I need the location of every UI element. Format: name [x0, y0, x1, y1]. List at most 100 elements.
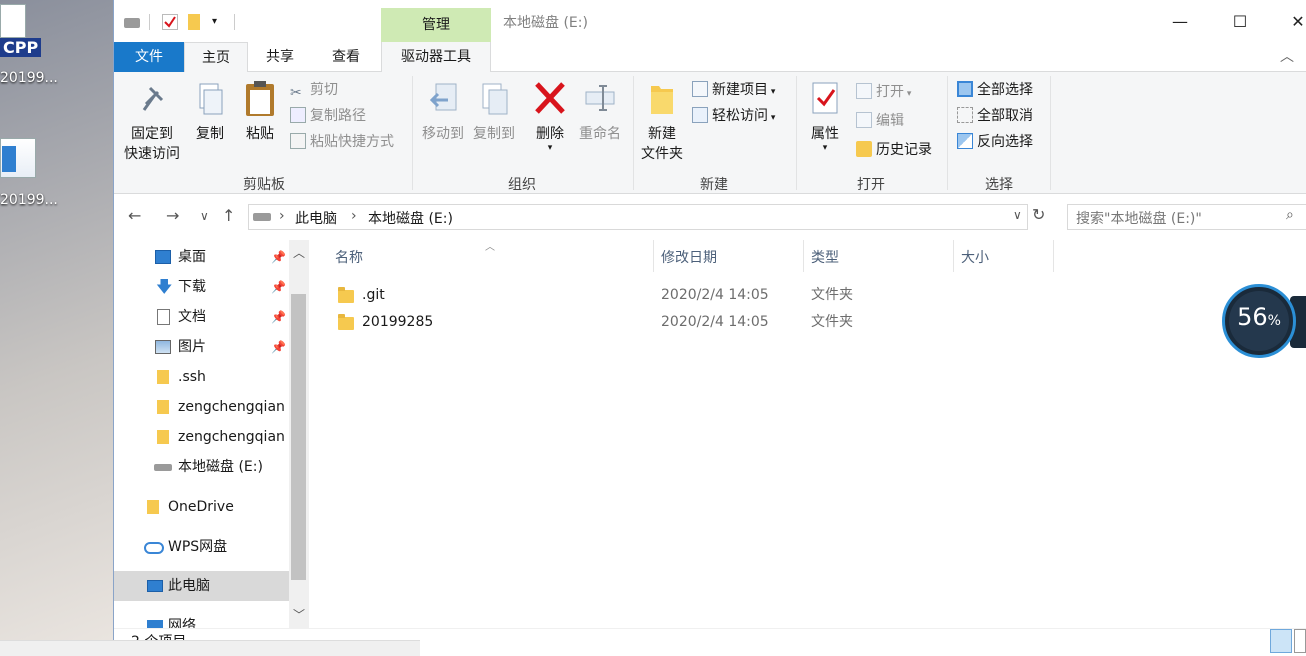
copy-button[interactable]: 复制 — [188, 82, 232, 144]
file-row[interactable]: .git 2020/2/4 14:05 文件夹 — [330, 282, 1030, 308]
nav-item-this-pc[interactable]: 此电脑 — [114, 571, 289, 601]
pin-icon: 📌 — [271, 340, 286, 354]
nav-item-folder[interactable]: zengchengqian — [114, 392, 289, 422]
details-view-icon[interactable] — [1270, 629, 1292, 653]
minimize-button[interactable]: — — [1157, 6, 1203, 38]
select-all-button[interactable]: 全部选择 — [957, 78, 1033, 102]
paste-button[interactable]: 粘贴 — [238, 80, 282, 144]
column-header-type[interactable]: 类型 — [803, 244, 953, 272]
rename-label: 重命名 — [579, 126, 621, 142]
breadcrumb-local-disk[interactable]: 本地磁盘 (E:) — [368, 208, 453, 228]
easy-access-chevron-icon: ▾ — [768, 113, 776, 123]
pin-label-line2: 快速访问 — [124, 146, 180, 162]
file-row[interactable]: 20199285 2020/2/4 14:05 文件夹 — [330, 309, 1030, 335]
tab-manage[interactable]: 管理 — [381, 8, 491, 42]
customize-qat-chevron-icon[interactable]: ▾ — [212, 14, 228, 30]
pin-to-quick-access-button[interactable]: 固定到 快速访问 — [120, 82, 184, 164]
address-bar[interactable]: › 此电脑 › 本地磁盘 (E:) ∨ — [248, 204, 1028, 230]
new-folder-label-line2: 文件夹 — [641, 146, 683, 162]
column-divider[interactable] — [1053, 240, 1054, 272]
address-history-chevron-icon[interactable]: ∨ — [1013, 208, 1022, 222]
forward-arrow-icon[interactable]: → — [166, 206, 179, 225]
back-arrow-icon[interactable]: ← — [128, 206, 141, 225]
ribbon-tab-strip: 文件 主页 共享 查看 驱动器工具 ︿ — [114, 42, 1306, 73]
tab-home[interactable]: 主页 — [184, 42, 248, 73]
scrollbar-thumb[interactable] — [291, 294, 306, 580]
copy-to-label: 复制到 — [473, 126, 515, 142]
properties-dropdown-chevron-icon[interactable]: ▾ — [802, 144, 848, 153]
maximize-button[interactable]: ☐ — [1217, 6, 1263, 38]
up-arrow-icon[interactable]: ↑ — [222, 206, 235, 225]
nav-item-label: .ssh — [178, 369, 206, 385]
column-header-size[interactable]: 大小 — [953, 244, 1053, 272]
paste-label: 粘贴 — [246, 126, 274, 142]
refresh-icon[interactable]: ↻ — [1032, 205, 1045, 224]
nav-item-desktop[interactable]: 桌面 📌 — [114, 242, 289, 272]
select-all-icon — [957, 81, 973, 97]
tab-view[interactable]: 查看 — [312, 42, 380, 72]
nav-pane-scrollbar[interactable]: ︿ ﹀ — [289, 240, 309, 628]
tab-drive-tools[interactable]: 驱动器工具 — [381, 42, 491, 72]
pin-icon: 📌 — [271, 280, 286, 294]
clipboard-icon — [246, 81, 274, 116]
new-item-chevron-icon: ▾ — [768, 87, 776, 97]
desktop-shortcut-thumbnail[interactable] — [0, 4, 26, 38]
pin-icon — [142, 86, 164, 111]
large-icons-view-icon[interactable] — [1294, 629, 1306, 653]
new-folder-button[interactable]: 新建 文件夹 — [636, 80, 688, 164]
folder-icon — [157, 430, 169, 444]
delete-button[interactable]: 删除 ▾ — [528, 80, 572, 153]
recent-locations-chevron-icon[interactable]: ∨ — [200, 209, 209, 223]
search-icon[interactable]: ⌕ — [1286, 207, 1294, 223]
properties-icon — [812, 82, 838, 114]
memory-usage-gauge[interactable]: 56% — [1222, 284, 1296, 358]
nav-item-documents[interactable]: 文档 📌 — [114, 302, 289, 332]
select-none-button[interactable]: 全部取消 — [957, 104, 1033, 128]
copy-path-button[interactable]: 复制路径 — [290, 104, 366, 128]
copy-to-button[interactable]: 复制到 — [469, 80, 519, 144]
tab-share[interactable]: 共享 — [248, 42, 312, 72]
scissors-icon: ✂ — [290, 85, 302, 101]
invert-selection-button[interactable]: 反向选择 — [957, 130, 1033, 154]
nav-item-local-disk[interactable]: 本地磁盘 (E:) — [114, 452, 289, 482]
network-icon — [147, 620, 163, 628]
column-header-name[interactable]: 名称 — [327, 244, 653, 272]
open-button[interactable]: 打开 ▾ — [856, 80, 911, 104]
desktop-icon-label[interactable]: 20199... — [0, 192, 58, 208]
cut-button[interactable]: ✂ 剪切 — [290, 78, 338, 102]
history-button[interactable]: 历史记录 — [856, 138, 932, 162]
pictures-icon — [155, 340, 171, 354]
title-bar: ▾ 管理 本地磁盘 (E:) — ☐ ✕ — [114, 0, 1306, 42]
nav-item-wps-cloud[interactable]: WPS网盘 — [114, 532, 289, 562]
paste-shortcut-label: 粘贴快捷方式 — [310, 134, 394, 150]
column-header-date[interactable]: 修改日期 — [653, 244, 803, 272]
properties-button[interactable]: 属性 ▾ — [802, 80, 848, 153]
move-to-button[interactable]: 移动到 — [418, 80, 468, 144]
delete-dropdown-chevron-icon[interactable]: ▾ — [528, 144, 572, 153]
new-item-button[interactable]: 新建项目 ▾ — [692, 78, 775, 102]
nav-item-label: OneDrive — [168, 499, 234, 515]
nav-item-onedrive[interactable]: OneDrive — [114, 492, 289, 522]
search-box[interactable]: 搜索"本地磁盘 (E:)" ⌕ — [1067, 204, 1306, 230]
nav-item-folder[interactable]: zengchengqian — [114, 422, 289, 452]
breadcrumb-this-pc[interactable]: 此电脑 — [295, 208, 337, 228]
cloud-icon — [144, 542, 164, 554]
close-button[interactable]: ✕ — [1275, 6, 1306, 38]
tab-file[interactable]: 文件 — [114, 42, 184, 72]
nav-item-downloads[interactable]: 🡇 下载 📌 — [114, 272, 289, 302]
collapse-ribbon-chevron-icon[interactable]: ︿ — [1280, 46, 1294, 66]
edit-button[interactable]: 编辑 — [856, 109, 904, 133]
scroll-up-chevron-icon[interactable]: ︿ — [293, 244, 305, 261]
paste-shortcut-button[interactable]: 粘贴快捷方式 — [290, 130, 394, 154]
easy-access-button[interactable]: 轻松访问 ▾ — [692, 104, 775, 128]
properties-check-icon[interactable] — [162, 14, 178, 30]
nav-item-network[interactable]: 网络 — [114, 611, 289, 628]
pin-icon: 📌 — [271, 250, 286, 264]
new-folder-icon[interactable] — [188, 14, 200, 30]
scroll-down-chevron-icon[interactable]: ﹀ — [293, 606, 305, 623]
nav-item-ssh[interactable]: .ssh — [114, 362, 289, 392]
new-folder-label-line1: 新建 — [648, 126, 676, 142]
rename-button[interactable]: 重命名 — [574, 80, 626, 144]
desktop-icon-label[interactable]: 20199... — [0, 70, 58, 86]
nav-item-pictures[interactable]: 图片 📌 — [114, 332, 289, 362]
